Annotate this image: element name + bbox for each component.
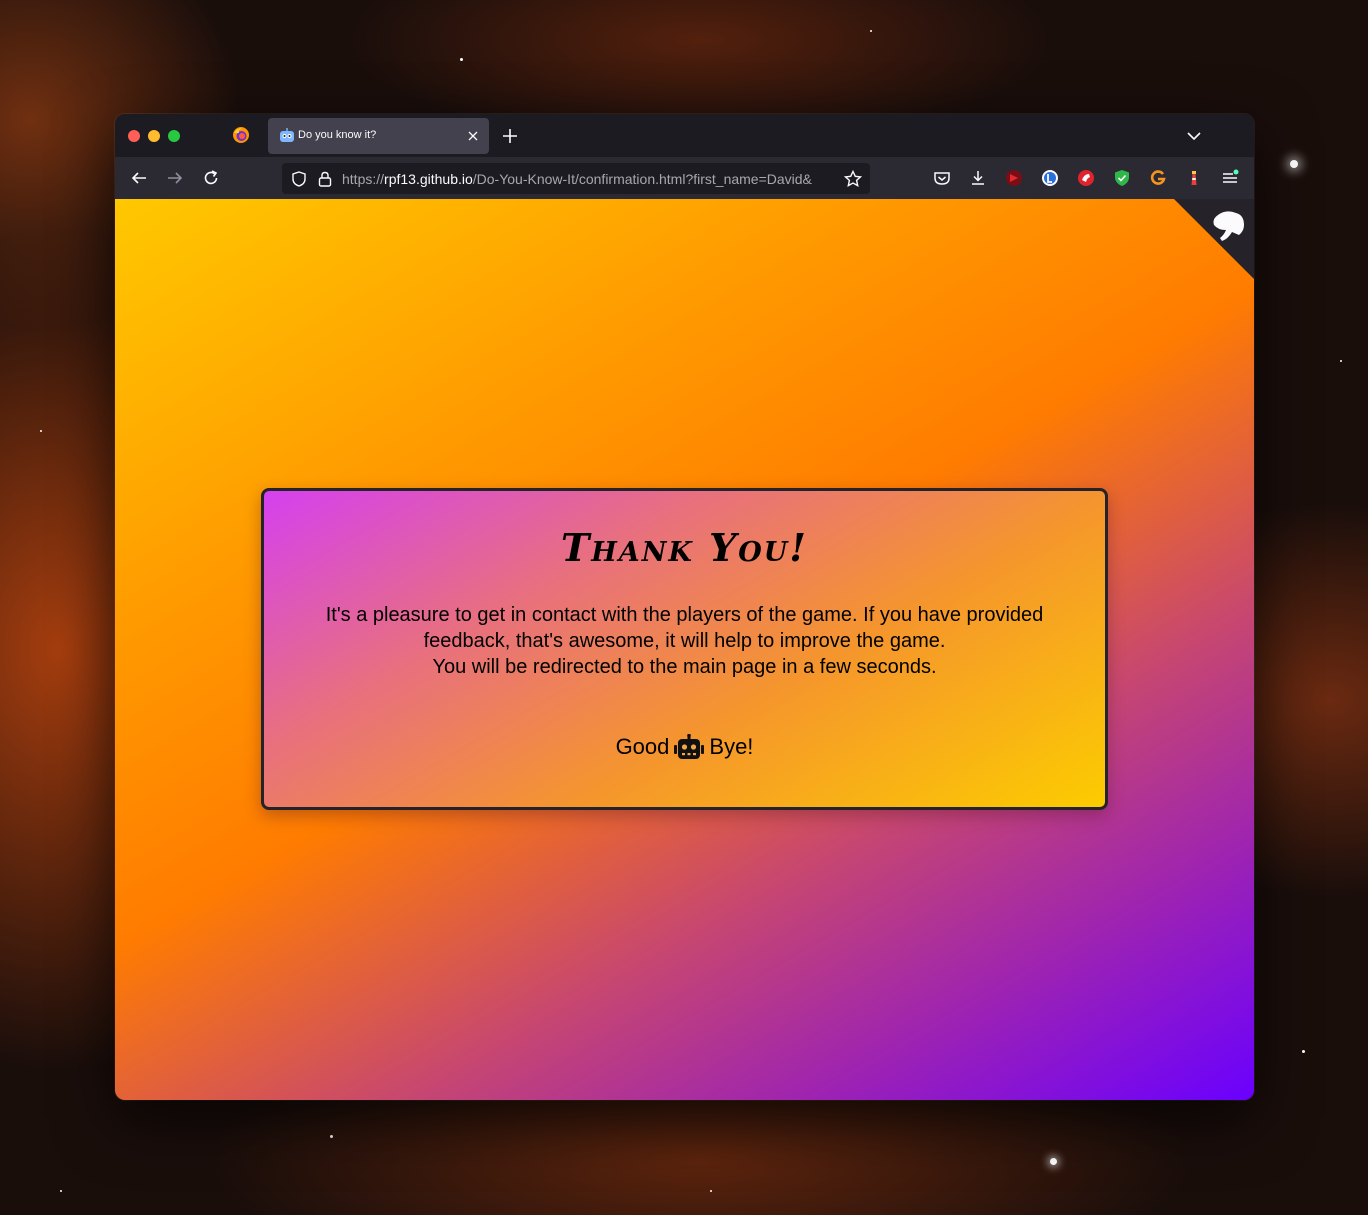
minimize-window-button[interactable] [148,130,160,142]
star [60,1190,62,1192]
thank-you-card: Thank You! It's a pleasure to get in con… [261,488,1108,810]
robot-icon [280,128,294,142]
star [1290,160,1298,168]
message-line: It's a pleasure to get in contact with t… [325,604,1044,652]
close-window-button[interactable] [128,130,140,142]
extension-lighthouse-icon[interactable] [1184,168,1204,188]
star [1340,360,1342,362]
tab-title: Do you know it? [298,129,377,141]
chevron-down-icon[interactable] [1184,126,1204,146]
star [460,58,463,61]
goodbye-before: Good [615,734,670,759]
tab-active[interactable]: Do you know it? [268,118,489,154]
address-bar[interactable]: https://rpf13.github.io/Do-You-Know-It/c… [282,163,870,194]
url-text[interactable]: https://rpf13.github.io/Do-You-Know-It/c… [342,171,837,189]
message-text: It's a pleasure to get in contact with t… [304,602,1065,680]
close-icon[interactable] [464,127,482,145]
star [1050,1158,1057,1165]
tab-strip: Do you know it? [115,114,1254,157]
url-scheme: https:// [342,171,385,187]
page-viewport: Thank You! It's a pleasure to get in con… [115,199,1254,1100]
forward-arrow-icon[interactable] [165,168,185,188]
robot-icon [674,734,705,759]
url-host: rpf13.github.io [384,171,473,187]
goodbye-after: Bye! [709,734,754,759]
message-line: You will be redirected to the main page … [432,656,937,678]
reload-icon[interactable] [201,168,221,188]
github-octocat-icon[interactable] [1174,199,1254,279]
page-title: Thank You! [561,525,808,570]
extension-chicken-icon[interactable] [1076,168,1096,188]
extension-red-icon[interactable] [1004,168,1024,188]
extension-orange-g-icon[interactable] [1148,168,1168,188]
tracking-shield-icon[interactable] [290,170,308,188]
goodbye-line: Good Bye! [264,734,1105,760]
back-arrow-icon[interactable] [129,168,149,188]
new-tab-icon[interactable] [500,126,520,146]
zoom-window-button[interactable] [168,130,180,142]
star [330,1135,333,1138]
url-path: /Do-You-Know-It/confirmation.html?first_… [472,171,812,187]
lock-icon[interactable] [317,170,333,188]
star [1302,1050,1305,1053]
shield-check-icon[interactable] [1112,168,1132,188]
pocket-icon[interactable] [932,168,952,188]
menu-hamburger-icon[interactable] [1220,168,1240,188]
download-icon[interactable] [968,168,988,188]
star [40,430,42,432]
star [710,1190,712,1192]
browser-window: Do you know it? https://rpf13.github.io/… [115,114,1254,1100]
extension-blue-icon[interactable] [1040,168,1060,188]
bookmark-star-icon[interactable] [843,169,863,189]
star [870,30,872,32]
firefox-icon[interactable] [232,126,250,144]
navigation-toolbar: https://rpf13.github.io/Do-You-Know-It/c… [115,157,1254,199]
